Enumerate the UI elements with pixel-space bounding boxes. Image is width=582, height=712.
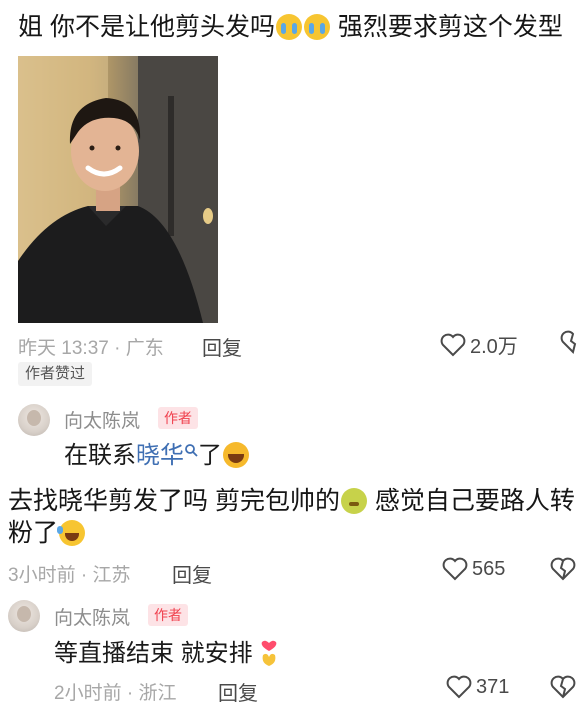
dislike-button[interactable] [560, 330, 582, 356]
comment-text: 姐 你不是让他剪头发吗 强烈要求剪这个发型 [18, 10, 563, 44]
reply-button[interactable]: 回复 [202, 332, 242, 361]
reply-username[interactable]: 向太陈岚 [54, 603, 130, 630]
like-count: 2.0万 [470, 336, 518, 358]
dislike-button[interactable] [550, 675, 576, 704]
search-link-label: 晓华 [136, 442, 184, 469]
reply-username[interactable]: 向太陈岚 [64, 406, 140, 433]
author-badge: 作者 [158, 407, 198, 429]
heart-icon [446, 675, 472, 699]
like-count: 371 [476, 675, 510, 698]
comment-text-part: 粉了 [8, 519, 59, 547]
reply-text-part: 等直播结束 就安排 [54, 640, 253, 667]
like-button[interactable]: 565 [442, 557, 505, 581]
comment-text: 去找晓华剪发了吗 剪完包帅的 感觉自己要路人转 [8, 484, 575, 518]
drooling-emoji [340, 488, 367, 514]
author-liked-tag: 作者赞过 [18, 362, 93, 386]
comment-time-location: 昨天 13:37 · 广东 [18, 338, 164, 359]
avatar[interactable] [8, 600, 40, 632]
avatar[interactable] [18, 404, 50, 436]
reply-button[interactable]: 回复 [218, 677, 258, 706]
search-link[interactable]: 晓华 [136, 442, 198, 469]
cry-emoji [275, 14, 302, 40]
like-button[interactable]: 2.0万 [440, 330, 518, 359]
comment-text-line2: 粉了 [8, 516, 86, 550]
broken-heart-icon [550, 557, 576, 581]
comment-text-part: 去找晓华剪发了吗 剪完包帅的 [8, 487, 340, 515]
reply-text-part: 在联系 [64, 442, 136, 469]
reply-text-part: 了 [198, 442, 222, 469]
heart-icon [442, 557, 468, 581]
like-button[interactable]: 371 [446, 675, 509, 699]
like-count: 565 [472, 557, 506, 580]
comment-text-part: 感觉自己要路人转 [367, 487, 575, 515]
comment-time-location: 2小时前 · 浙江 [54, 683, 177, 704]
comment-text-part: 姐 你不是让他剪头发吗 [18, 13, 275, 41]
broken-heart-icon [550, 675, 576, 699]
dislike-button[interactable] [550, 557, 576, 586]
attached-photo[interactable] [18, 56, 218, 323]
reply-button[interactable]: 回复 [172, 559, 212, 588]
comment-text-part: 强烈要求剪这个发型 [330, 13, 563, 41]
author-badge: 作者 [148, 604, 188, 626]
heart-icon [440, 333, 466, 356]
reply-text: 等直播结束 就安排 [54, 638, 279, 670]
reply-text: 在联系晓华了 [64, 440, 250, 472]
broken-heart-icon [560, 330, 577, 354]
photo-illustration [18, 56, 218, 323]
tears-of-joy-emoji [57, 520, 86, 546]
search-icon [185, 444, 198, 457]
comment-time-location: 3小时前 · 江苏 [8, 565, 131, 586]
laugh-emoji [223, 442, 249, 468]
cry-emoji [303, 14, 330, 40]
finger-heart-emoji [261, 640, 277, 666]
